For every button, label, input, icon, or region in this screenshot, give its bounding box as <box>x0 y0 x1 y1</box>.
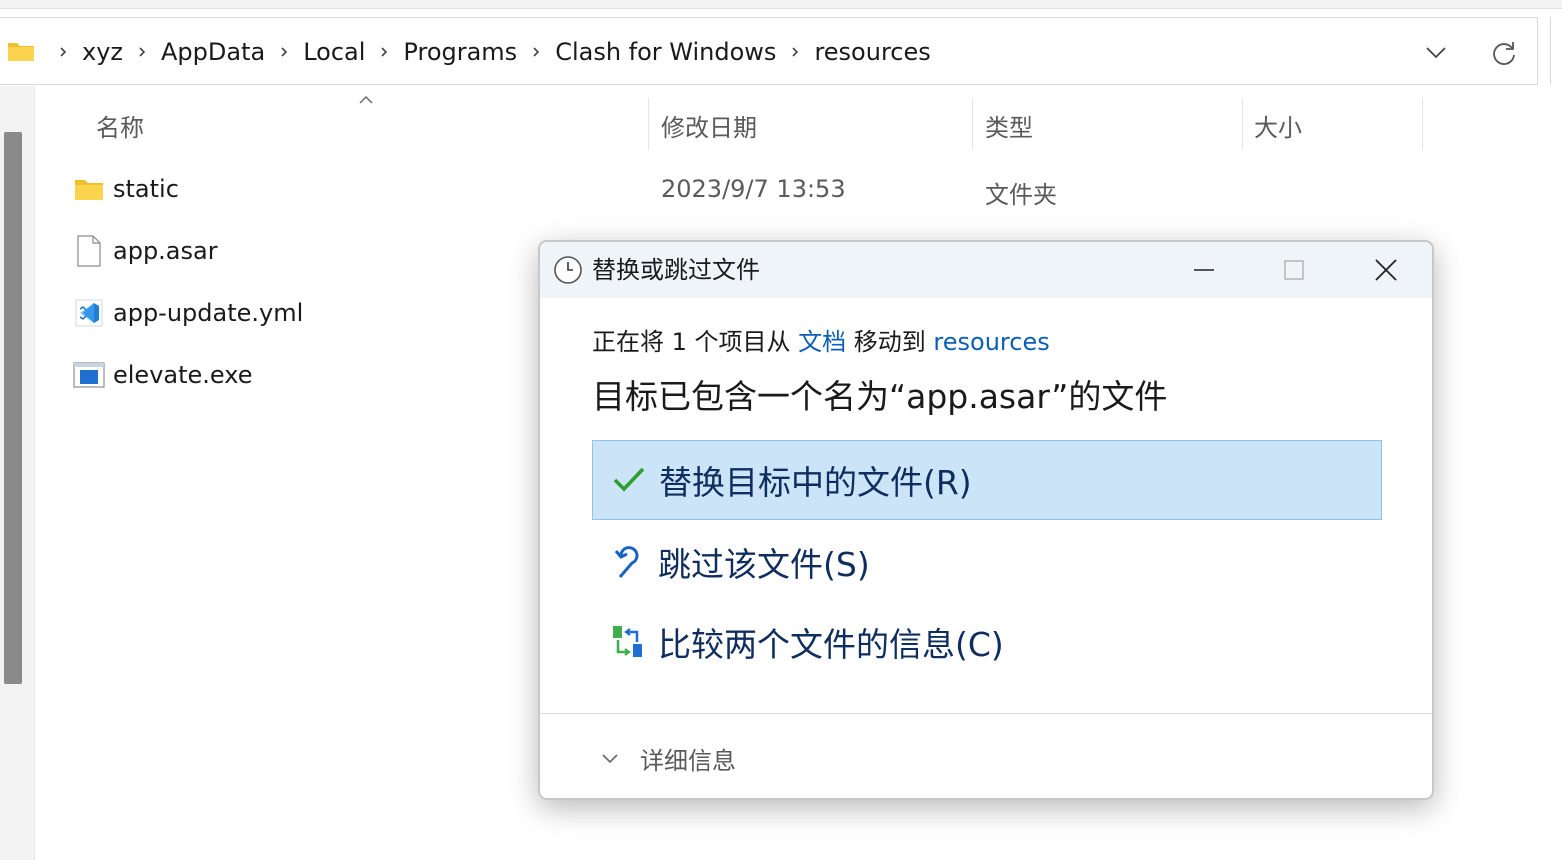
source-folder-link[interactable]: 文档 <box>798 328 846 356</box>
refresh-icon[interactable] <box>1490 39 1518 67</box>
move-description-middle: 移动到 <box>846 328 934 356</box>
folder-icon <box>8 43 34 61</box>
compare-files-option[interactable]: 比较两个文件的信息(C) <box>592 602 1382 682</box>
column-divider[interactable] <box>1422 98 1423 150</box>
breadcrumb-item-programs[interactable]: Programs <box>403 38 517 66</box>
skip-arrow-icon <box>608 542 648 582</box>
file-type: 文件夹 <box>985 181 1057 209</box>
option-label: 比较两个文件的信息(C) <box>658 625 1004 664</box>
chevron-down-icon <box>602 754 618 764</box>
list-item[interactable]: app-update.yml <box>70 288 303 338</box>
file-name: app.asar <box>113 237 218 265</box>
file-modified: 2023/9/7 13:53 <box>661 175 846 203</box>
breadcrumb-item-local[interactable]: Local <box>303 38 365 66</box>
option-label: 跳过该文件(S) <box>658 545 870 584</box>
search-box-edge[interactable] <box>1550 17 1562 85</box>
address-bar[interactable]: xyz AppData Local Programs Clash for Win… <box>0 17 1538 85</box>
exe-icon <box>70 358 108 392</box>
minimize-button[interactable] <box>1182 250 1226 290</box>
chevron-right-icon <box>60 47 67 57</box>
column-header-modified[interactable]: 修改日期 <box>661 100 757 150</box>
close-button[interactable] <box>1364 250 1408 290</box>
chevron-right-icon[interactable] <box>136 46 148 58</box>
breadcrumb-item-xyz[interactable]: xyz <box>82 38 123 66</box>
more-details-toggle[interactable]: 详细信息 <box>600 738 736 778</box>
list-item[interactable]: app.asar <box>70 226 218 276</box>
conflict-headline: 目标已包含一个名为“app.asar”的文件 <box>592 377 1168 416</box>
more-details-label: 详细信息 <box>640 746 736 775</box>
breadcrumb: xyz AppData Local Programs Clash for Win… <box>44 18 931 86</box>
breadcrumb-item-resources[interactable]: resources <box>814 38 930 66</box>
vscode-file-icon <box>70 296 108 330</box>
replace-file-option[interactable]: 替换目标中的文件(R) <box>592 440 1382 520</box>
file-name: app-update.yml <box>113 299 304 327</box>
dialog-title: 替换或跳过文件 <box>592 256 760 284</box>
column-header-type[interactable]: 类型 <box>985 100 1033 150</box>
scrollbar-thumb[interactable] <box>4 132 22 684</box>
replace-or-skip-dialog: 替换或跳过文件 正在将 1 个项目从 文档 移动到 resources 目标已包… <box>538 240 1434 800</box>
column-divider[interactable] <box>648 98 649 150</box>
column-header-name[interactable]: 名称 <box>96 100 144 150</box>
chevron-right-icon[interactable] <box>278 46 290 58</box>
move-description-prefix: 正在将 1 个项目从 <box>592 328 799 356</box>
dialog-divider <box>540 713 1432 714</box>
chevron-right-icon[interactable] <box>378 46 390 58</box>
list-item[interactable]: elevate.exe <box>70 350 253 400</box>
chevron-right-icon[interactable] <box>789 46 801 58</box>
move-description: 正在将 1 个项目从 文档 移动到 resources <box>592 322 1050 357</box>
chevron-down-icon[interactable] <box>1424 42 1448 62</box>
compare-icon <box>608 622 648 662</box>
file-name: static <box>113 175 179 203</box>
sort-ascending-icon <box>359 96 373 104</box>
destination-folder-link[interactable]: resources <box>933 328 1049 356</box>
list-item[interactable]: static <box>70 164 179 214</box>
clock-icon <box>554 256 582 284</box>
breadcrumb-item-clash-for-windows[interactable]: Clash for Windows <box>555 38 776 66</box>
breadcrumb-item-appdata[interactable]: AppData <box>161 38 265 66</box>
maximize-button[interactable] <box>1272 250 1316 290</box>
chevron-right-icon[interactable] <box>530 46 542 58</box>
file-name: elevate.exe <box>113 361 253 389</box>
folder-icon <box>70 172 108 206</box>
skip-file-option[interactable]: 跳过该文件(S) <box>592 522 1382 602</box>
column-header-size[interactable]: 大小 <box>1254 100 1302 150</box>
checkmark-icon <box>609 460 649 500</box>
option-label: 替换目标中的文件(R) <box>659 463 972 502</box>
column-divider[interactable] <box>1242 98 1243 150</box>
file-icon <box>70 234 108 268</box>
column-divider[interactable] <box>972 98 973 150</box>
window-top-edge <box>0 0 1562 9</box>
dialog-title-bar[interactable]: 替换或跳过文件 <box>540 242 1432 298</box>
